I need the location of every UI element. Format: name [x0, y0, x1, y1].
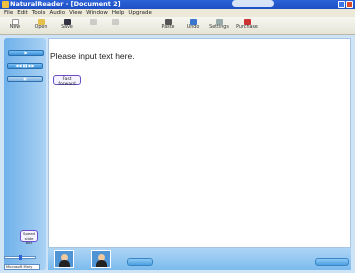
- voice-avatar-1[interactable]: [54, 250, 74, 268]
- toolbar: New Open Save Paste Undo Settings Purcha…: [0, 17, 355, 35]
- cut-icon: [89, 19, 97, 25]
- transport-icon: ◀◀ ▮▮ ▶▶: [15, 63, 35, 68]
- title-pill: [232, 0, 274, 7]
- callout-label: Fast forward: [58, 77, 76, 87]
- app-window: NaturalReader - [Document 2] File Edit T…: [0, 0, 355, 273]
- play-button[interactable]: ▶: [8, 50, 44, 56]
- voice-toggle-button[interactable]: ◉: [7, 76, 43, 82]
- bottom-right-button[interactable]: [315, 258, 349, 266]
- text-editor[interactable]: [48, 38, 351, 248]
- settings-button[interactable]: Settings: [208, 18, 230, 33]
- menu-edit[interactable]: Edit: [17, 9, 28, 17]
- slider-thumb[interactable]: [19, 255, 22, 260]
- menu-help[interactable]: Help: [112, 9, 125, 17]
- save-button[interactable]: Save: [56, 18, 78, 33]
- copy-button[interactable]: [104, 18, 126, 33]
- bottom-left-button[interactable]: [127, 258, 153, 266]
- close-icon[interactable]: [346, 1, 353, 8]
- speaker-icon: ◉: [23, 76, 27, 81]
- voice-select-value: Microsoft Mary: [6, 265, 33, 269]
- speed-slider[interactable]: [4, 255, 36, 260]
- purchase-button[interactable]: Purchase: [236, 18, 258, 33]
- editor-placeholder: Please input text here.: [50, 51, 135, 61]
- title-bar: NaturalReader - [Document 2]: [0, 0, 355, 9]
- menu-view[interactable]: View: [69, 9, 82, 17]
- paste-button[interactable]: Paste: [157, 18, 179, 33]
- minimize-icon[interactable]: [338, 1, 345, 8]
- menu-file[interactable]: File: [4, 9, 13, 17]
- voice-select[interactable]: Microsoft Mary: [4, 264, 40, 270]
- speed-slide-bar-callout: Speed slide bar: [20, 230, 38, 245]
- menu-window[interactable]: Window: [86, 9, 108, 17]
- person-icon: [59, 260, 70, 267]
- cut-button[interactable]: [82, 18, 104, 33]
- window-controls: [338, 1, 353, 8]
- voice-avatar-2[interactable]: [91, 250, 111, 268]
- copy-icon: [111, 19, 119, 25]
- menu-audio[interactable]: Audio: [49, 9, 65, 17]
- fast-forward-callout: Fast forward: [53, 75, 81, 87]
- undo-button[interactable]: Undo: [182, 18, 204, 33]
- open-button[interactable]: Open: [30, 18, 52, 33]
- app-icon: [2, 1, 9, 8]
- play-icon: ▶: [24, 50, 28, 55]
- transport-controls[interactable]: ◀◀ ▮▮ ▶▶: [7, 63, 43, 69]
- menu-bar: File Edit Tools Audio View Window Help U…: [0, 9, 355, 17]
- person-icon: [96, 260, 107, 267]
- menu-upgrade[interactable]: Upgrade: [128, 9, 152, 17]
- new-button[interactable]: New: [4, 18, 26, 33]
- menu-tools[interactable]: Tools: [32, 9, 46, 17]
- window-title: NaturalReader - [Document 2]: [10, 0, 121, 8]
